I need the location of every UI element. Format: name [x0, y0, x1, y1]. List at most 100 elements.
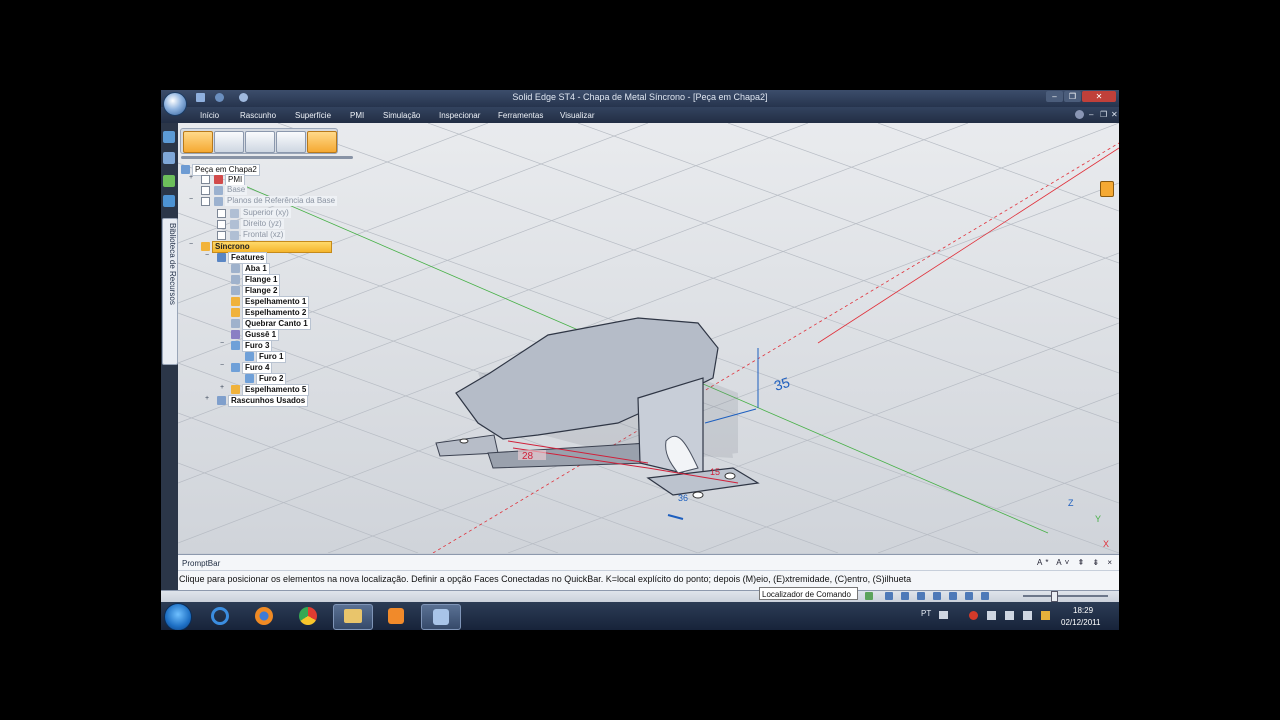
model-scene[interactable]: 35 28 15 36	[178, 123, 1119, 553]
tree-sketches[interactable]: Rascunhos Usados	[228, 395, 309, 407]
fit-icon[interactable]	[885, 592, 893, 600]
plane-front-checkbox[interactable]	[217, 231, 226, 240]
triad-z-label: Z	[1068, 498, 1074, 508]
close-button[interactable]: ✕	[1082, 91, 1116, 102]
dim-15[interactable]: 15	[710, 467, 720, 477]
left-tab-hole	[459, 438, 469, 444]
tab-rascunho[interactable]: Rascunho	[240, 111, 276, 120]
tree-plane-right[interactable]: Direito (yz)	[241, 219, 284, 229]
doc-minimize-button[interactable]: –	[1089, 110, 1093, 119]
promptbar-title: PromptBar	[182, 559, 221, 568]
zoom-slider[interactable]	[1023, 595, 1108, 597]
volume-icon[interactable]	[1023, 611, 1032, 620]
view-icon[interactable]	[949, 592, 957, 600]
doc-close-button[interactable]: ✕	[1111, 110, 1118, 119]
divider	[178, 570, 1119, 571]
dim-36[interactable]: 36	[678, 493, 688, 503]
pathfinder-icon[interactable]	[163, 131, 175, 143]
undo-icon[interactable]	[215, 93, 224, 102]
user-tool-button[interactable]	[214, 131, 244, 153]
tree-base[interactable]: Base	[225, 185, 248, 195]
pmi-checkbox[interactable]	[201, 175, 210, 184]
display-icon[interactable]	[981, 592, 989, 600]
explorer-icon[interactable]	[333, 604, 373, 630]
tree-plane-front[interactable]: Frontal (xz)	[241, 230, 286, 240]
minimize-button[interactable]: –	[1046, 91, 1063, 102]
network-icon[interactable]	[1005, 611, 1014, 620]
collapse-icon[interactable]: −	[220, 362, 224, 369]
layers-icon[interactable]	[163, 152, 175, 164]
paste-tool-button[interactable]	[276, 131, 306, 153]
collapse-icon[interactable]: −	[189, 196, 193, 203]
planes-icon	[214, 197, 223, 206]
internet-explorer-icon[interactable]	[201, 604, 239, 628]
tab-inspecionar[interactable]: Inspecionar	[439, 111, 480, 120]
tab-superficie[interactable]: Superfície	[295, 111, 331, 120]
command-finder-input[interactable]: Localizador de Comando	[759, 587, 858, 600]
dim-35[interactable]: 35	[772, 374, 792, 394]
expand-icon[interactable]: +	[220, 384, 224, 391]
select-tool-button[interactable]	[183, 131, 213, 153]
base-checkbox[interactable]	[201, 186, 210, 195]
status-icon[interactable]	[865, 592, 873, 600]
hole-icon	[231, 341, 240, 350]
triad-x-label: X	[1103, 539, 1110, 549]
keyboard-icon[interactable]	[939, 611, 948, 619]
graphics-viewport[interactable]: 35 28 15 36 Z Y X	[178, 123, 1119, 553]
app-menu-button[interactable]	[163, 92, 187, 116]
start-button[interactable]	[164, 603, 192, 630]
language-indicator[interactable]: PT	[921, 609, 931, 618]
plane-top-checkbox[interactable]	[217, 209, 226, 218]
promptbar-controls[interactable]: A* A˅ ⇞ ⇟ ×	[1037, 558, 1115, 567]
tray-icon[interactable]	[969, 611, 978, 620]
firefox-icon[interactable]	[245, 604, 283, 628]
tray-icon[interactable]	[1041, 611, 1050, 620]
chrome-icon[interactable]	[289, 604, 327, 628]
zoom-slider-thumb[interactable]	[1051, 591, 1058, 602]
help-icon[interactable]	[1075, 110, 1084, 119]
pan-icon[interactable]	[917, 592, 925, 600]
toolbar-scroll[interactable]	[181, 156, 353, 159]
lock-icon[interactable]	[1100, 181, 1114, 197]
media-player-icon[interactable]	[377, 604, 415, 628]
windows-taskbar: PT 18:29 02/12/2011	[161, 602, 1119, 630]
resource-library-label: Biblioteca de Recursos	[168, 223, 177, 305]
clock-date[interactable]: 02/12/2011	[1061, 618, 1100, 627]
clock-time[interactable]: 18:29	[1073, 606, 1093, 615]
hole-icon	[231, 363, 240, 372]
expand-icon[interactable]: +	[189, 174, 193, 181]
plane-icon	[230, 220, 239, 229]
tab-pmi[interactable]: PMI	[350, 111, 364, 120]
resource-library-tab[interactable]: Biblioteca de Recursos	[162, 218, 178, 365]
tab-simulacao[interactable]: Simulação	[383, 111, 420, 120]
redo-icon[interactable]	[239, 93, 248, 102]
tab-visualizar[interactable]: Visualizar	[560, 111, 595, 120]
tree-ref-planes[interactable]: Planos de Referência da Base	[225, 196, 338, 206]
solid-edge-taskbar-icon[interactable]	[421, 604, 461, 630]
tree-plane-top[interactable]: Superior (xy)	[241, 208, 291, 218]
collapse-icon[interactable]: −	[205, 252, 209, 259]
copy-tool-button[interactable]	[245, 131, 275, 153]
mirror-icon	[231, 297, 240, 306]
collapse-icon[interactable]: −	[189, 241, 193, 248]
expand-icon[interactable]: +	[205, 395, 209, 402]
dim-28[interactable]: 28	[522, 451, 534, 462]
bottom-tab	[646, 467, 760, 496]
ribbon-tabs: Início Rascunho Superfície PMI Simulação…	[161, 107, 1119, 123]
tab-ferramentas[interactable]: Ferramentas	[498, 111, 543, 120]
ref-planes-checkbox[interactable]	[201, 197, 210, 206]
save-icon[interactable]	[196, 93, 205, 102]
maximize-button[interactable]: ❐	[1064, 91, 1081, 102]
rotate-icon[interactable]	[933, 592, 941, 600]
mirror-icon	[231, 385, 240, 394]
family-icon[interactable]	[163, 175, 175, 187]
shading-icon[interactable]	[965, 592, 973, 600]
flag-icon[interactable]	[987, 611, 996, 620]
zoom-icon[interactable]	[901, 592, 909, 600]
tab-inicio[interactable]: Início	[200, 111, 219, 120]
steering-wheel-button[interactable]	[307, 131, 337, 153]
sensor-icon[interactable]	[163, 195, 175, 207]
doc-restore-button[interactable]: ❐	[1100, 110, 1107, 119]
collapse-icon[interactable]: −	[220, 340, 224, 347]
plane-right-checkbox[interactable]	[217, 220, 226, 229]
